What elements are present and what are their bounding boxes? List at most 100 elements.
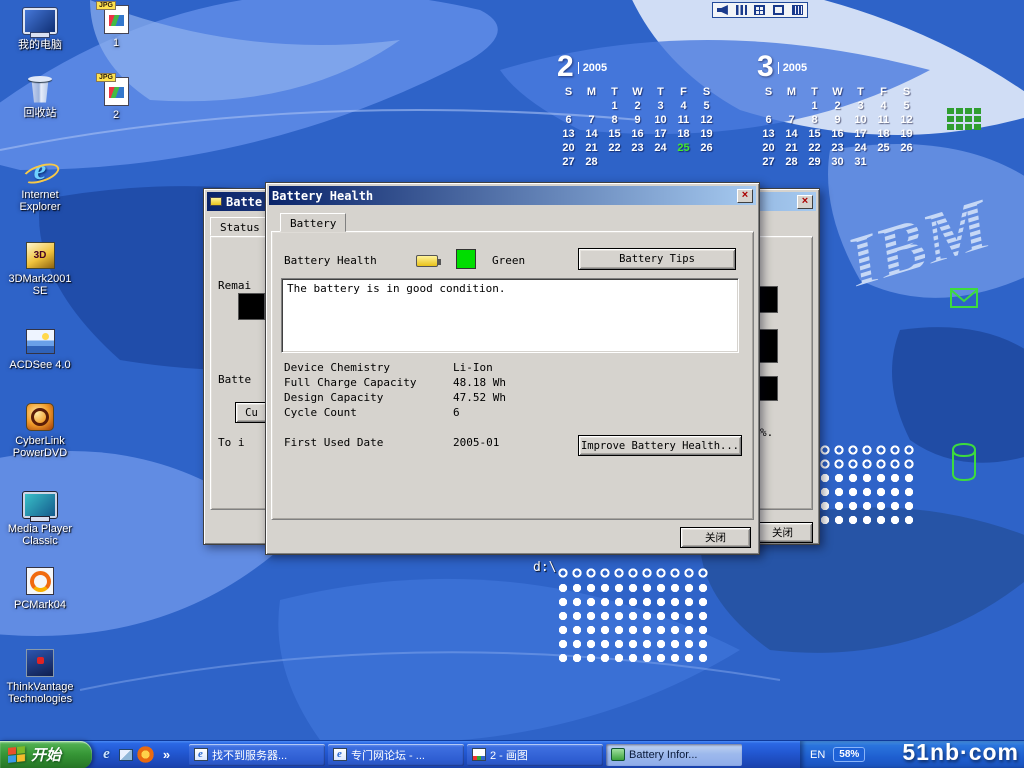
battery-tray-indicator[interactable]: 58% [833,747,865,762]
calendar-day-header: T [803,86,826,100]
field-value: 2005-01 [453,436,499,449]
media-icon[interactable] [137,746,154,763]
calendar-day: 11 [872,114,895,128]
jpg-badge: JPG [96,1,116,10]
calendar-day: 22 [803,142,826,156]
close-button[interactable]: 关闭 [752,522,813,543]
desktop-icon-label: 我的电脑 [4,39,76,51]
calendar-day: 25 [672,142,695,156]
pcmark-icon [23,566,57,596]
calendar-day: 3 [649,100,672,114]
battery-tips-button[interactable]: Battery Tips [578,248,736,270]
desktop-icon-label: CyberLink PowerDVD [4,435,76,459]
title-bar[interactable]: Battery Health × [269,186,756,205]
battery-field-row: Cycle Count6 [284,405,724,420]
calendar-day: 6 [557,114,580,128]
close-icon[interactable]: × [797,195,813,209]
language-indicator[interactable]: EN [810,749,825,761]
calendar-day: 24 [649,142,672,156]
field-value: 48.18 Wh [453,376,506,389]
volume-bars-icon [736,5,747,15]
battery-gauge-segment [757,329,778,363]
powerdvd-icon [23,402,57,432]
battery-gauge-segment [238,293,265,320]
desktop-icon-internet-explorer[interactable]: Internet Explorer [4,156,76,213]
calendar-year: 2005 [578,62,607,74]
calendar-day: 10 [849,114,872,128]
field-label: Full Charge Capacity [284,376,453,389]
calendar-day: 19 [695,128,718,142]
field-label: First Used Date [284,436,453,449]
desktop-icon-acdsee[interactable]: ACDSee 4.0 [4,326,76,371]
taskbar-task-paint[interactable]: 2 - 画图 [467,744,603,766]
calendar-day: 13 [757,128,780,142]
condition-textbox[interactable]: The battery is in good condition. [281,278,739,353]
file-icon-2[interactable]: JPG2 [86,76,146,121]
desktop-icon-3dmark[interactable]: 3DMark2001 SE [4,240,76,297]
file-icon-label: 2 [86,109,146,121]
desktop-icon-powerdvd[interactable]: CyberLink PowerDVD [4,402,76,459]
taskbar-task-battery[interactable]: Battery Infor... [606,744,742,766]
calendar-day: 27 [757,156,780,170]
calendar-day: 5 [895,100,918,114]
tab-battery[interactable]: Battery [280,213,346,232]
battery-icon [416,255,438,267]
taskbar-task-ie-page[interactable]: 找不到服务器... [189,744,325,766]
task-buttons: 找不到服务器...专门网论坛 - ...2 - 画图Battery Infor.… [189,744,745,766]
calendar-day [580,100,603,114]
taskbar-task-ie-page[interactable]: 专门网论坛 - ... [328,744,464,766]
calendar-day: 29 [803,156,826,170]
desktop-icon-media-player-classic[interactable]: Media Player Classic [4,490,76,547]
calendar-day: 2 [826,100,849,114]
current-button[interactable]: Cu [235,402,268,423]
calendar-day [757,100,780,114]
desktop-icon-my-computer[interactable]: 我的电脑 [4,6,76,51]
calendar-day-header: T [603,86,626,100]
battery-icon [611,748,625,761]
battery-fields: Device ChemistryLi-IonFull Charge Capaci… [284,360,724,420]
osd-toolbar [712,2,808,18]
field-label: Device Chemistry [284,361,453,374]
tab-status[interactable]: Status [210,217,270,236]
calendar-year: 2005 [778,62,807,74]
improve-battery-health-button[interactable]: Improve Battery Health... [578,435,742,456]
calendar-day: 3 [849,100,872,114]
desktop: IBM 我的电脑回收站Internet Explorer3DMark2001 S… [0,0,1024,768]
calendar-day: 28 [780,156,803,170]
calendar-day-header: T [849,86,872,100]
remaining-label: Remai [218,279,251,292]
watermark: 51nb·com [902,739,1019,766]
calendar-day [695,156,718,170]
calendar-day: 12 [695,114,718,128]
calendar-day: 28 [580,156,603,170]
battery-tab-panel: Battery Health Green Battery Tips The ba… [271,231,754,520]
close-icon[interactable]: × [737,189,753,203]
grid-icon [754,5,765,15]
my-computer-icon [23,6,57,36]
calendar-day: 16 [826,128,849,142]
field-value: 6 [453,406,460,419]
calendar-day-header: M [580,86,603,100]
battery-label: Batte [218,373,251,386]
calendar-day: 26 [695,142,718,156]
display-icon [773,5,784,15]
chevron-icon[interactable] [158,746,175,763]
desktop-icon-pcmark[interactable]: PCMark04 [4,566,76,611]
close-button[interactable]: 关闭 [680,527,751,548]
windows-logo-icon [8,746,25,763]
desktop-icon-recycle-bin[interactable]: 回收站 [4,74,76,119]
calendar-day: 17 [849,128,872,142]
calendar-day: 25 [872,142,895,156]
desktop-icon-thinkvantage[interactable]: ThinkVantage Technologies [4,648,76,705]
keyboard-icon [792,5,803,15]
calendar-day [626,156,649,170]
desktop-icon-label: 3DMark2001 SE [4,273,76,297]
calendar-day: 8 [803,114,826,128]
file-icon-1[interactable]: JPG1 [86,4,146,49]
calendar-grid: SMTWTFS123456789101112131415161718192021… [557,86,721,170]
show-desktop-icon[interactable] [119,749,133,761]
wallpaper-dots-filled [556,581,710,665]
start-button[interactable]: 开始 [0,741,92,768]
wallpaper-dots-filled [818,471,916,527]
ie-icon[interactable] [98,746,115,763]
